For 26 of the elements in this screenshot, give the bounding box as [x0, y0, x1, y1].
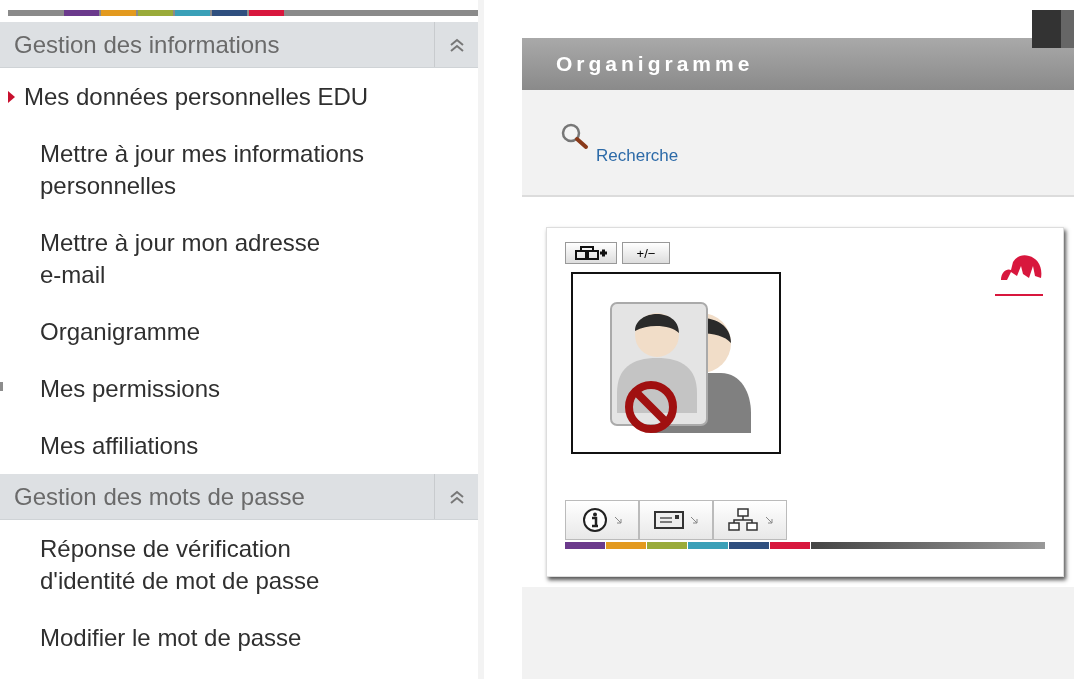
menu-link[interactable]: Mes affiliations — [0, 417, 478, 474]
corner-arrow-icon — [613, 515, 623, 525]
menu-link[interactable]: Réponse de vérification d'identité de mot de passe — [0, 520, 478, 609]
menu-link[interactable]: Mettre à jour mes informations personnelles — [0, 125, 478, 214]
detail-tab[interactable] — [713, 500, 787, 540]
add-node-icon — [574, 246, 608, 260]
panel-title: Organigramme — [556, 52, 754, 76]
detail-tab[interactable] — [565, 500, 639, 540]
menu-link[interactable]: Mettre à jour mon adresse e-mail — [0, 214, 478, 303]
org-chart-icon — [726, 508, 759, 532]
corner-arrow-icon — [689, 515, 699, 525]
current-item-icon — [6, 90, 16, 104]
menu-link[interactable]: Mes permissions — [0, 360, 478, 417]
section-title: Gestion des mots de passe — [14, 482, 306, 511]
corner-arrow-icon — [764, 515, 774, 525]
info-icon — [581, 507, 608, 533]
add-node-button[interactable] — [565, 242, 617, 264]
menu-link[interactable]: Modifier le mot de passe — [0, 609, 478, 666]
search-link[interactable]: Recherche — [596, 146, 679, 166]
detail-tab[interactable] — [639, 500, 713, 540]
menu-link[interactable]: Organigramme — [0, 303, 478, 360]
card-icon — [653, 510, 684, 530]
expand-toggle-button[interactable]: +/− — [622, 242, 670, 264]
menu-link[interactable]: Mes données personnelles EDU — [0, 68, 478, 125]
section-title: Gestion des informations — [14, 30, 281, 59]
corner-block — [1032, 10, 1074, 48]
